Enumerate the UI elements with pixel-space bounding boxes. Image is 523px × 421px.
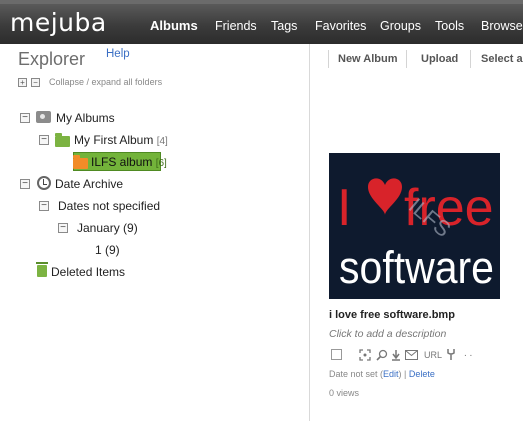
image-text-i: I [337,179,351,237]
photo-image: I free ILFS software [329,153,500,299]
new-album-button[interactable]: New Album [338,53,398,65]
tools-icon[interactable] [446,348,456,361]
pane-divider [309,44,310,421]
nav-albums[interactable]: Albums [150,18,198,33]
image-text-software: software [339,242,494,293]
email-icon[interactable] [405,350,418,360]
toolbar-separator [328,50,329,68]
collapse-expand-label: Collapse / expand all folders [49,77,163,87]
tree-item-label: My First Album [74,133,154,147]
download-icon[interactable] [391,349,401,361]
clock-icon [37,176,51,190]
camera-icon [36,111,51,123]
date-archive-toggle[interactable]: − [20,179,30,189]
photo-thumbnail[interactable]: I free ILFS software [329,153,500,299]
trash-icon [36,262,48,277]
my-first-album-toggle[interactable]: − [39,135,49,145]
mejuba-logo[interactable]: mejuba [10,8,107,37]
date-suffix: ) | [398,369,409,379]
nav-favorites[interactable]: Favorites [315,19,366,33]
photo-date: Date not set (Edit) | Delete [329,369,435,379]
tree-item-ilfs-album[interactable]: ILFS album [6] [91,155,167,169]
item-count: [4] [156,136,168,147]
toolbar-separator [406,50,407,68]
delete-photo-link[interactable]: Delete [409,369,435,379]
help-link[interactable]: Help [106,48,130,60]
nav-tools[interactable]: Tools [435,19,464,33]
photo-description[interactable]: Click to add a description [329,328,446,340]
photo-views: 0 views [329,388,360,398]
tree-item-my-first-album[interactable]: My First Album [4] [74,133,168,147]
tree-item-date-archive[interactable]: Date Archive [55,177,123,191]
nav-browse[interactable]: Browse [481,19,523,33]
tree-item-deleted-items[interactable]: Deleted Items [51,265,125,279]
fullscreen-icon[interactable] [359,349,371,361]
dates-not-specified-toggle[interactable]: − [39,201,49,211]
expand-all-icon[interactable]: + [18,78,27,87]
nav-tags[interactable]: Tags [271,19,297,33]
january-toggle[interactable]: − [58,223,68,233]
zoom-icon[interactable] [376,349,388,361]
my-albums-toggle[interactable]: − [20,113,30,123]
nav-groups[interactable]: Groups [380,19,421,33]
tree-item-dates-not-specified[interactable]: Dates not specified [58,199,160,213]
top-navigation-bar: mejuba Albums Friends Tags Favorites Gro… [0,0,523,44]
url-link[interactable]: URL [424,350,442,360]
collapse-all-icon[interactable]: − [31,78,40,87]
more-actions[interactable]: . . [464,348,472,359]
tree-item-label: ILFS album [91,155,153,169]
tree-item-january[interactable]: January (9) [77,221,138,235]
explorer-title: Explorer [18,49,86,69]
edit-date-link[interactable]: Edit [383,369,399,379]
select-checkbox[interactable] [331,349,342,360]
item-count: [6] [155,158,167,169]
tree-item-my-albums[interactable]: My Albums [56,111,115,125]
nav-friends[interactable]: Friends [215,19,257,33]
tree-item-day-1[interactable]: 1 (9) [95,243,120,257]
upload-button[interactable]: Upload [421,53,458,65]
select-all-button[interactable]: Select al [481,53,523,65]
folder-icon [73,155,88,169]
folder-icon [55,133,70,147]
photo-filename[interactable]: i love free software.bmp [329,309,455,321]
date-prefix: Date not set ( [329,369,384,379]
toolbar-separator [470,50,471,68]
